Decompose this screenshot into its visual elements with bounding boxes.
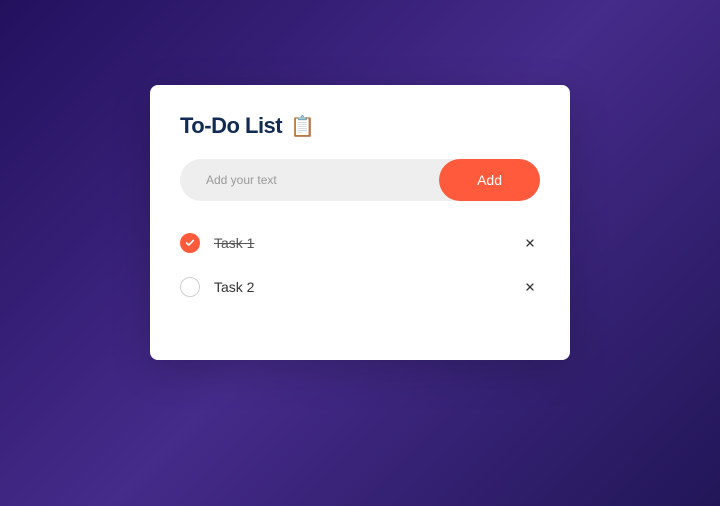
close-icon (524, 281, 536, 293)
input-row: Add (180, 159, 540, 201)
checkmark-icon (185, 238, 195, 248)
todo-card: To-Do List 📋 Add Task 1 Task 2 (150, 85, 570, 360)
add-button[interactable]: Add (439, 159, 540, 201)
delete-button[interactable] (520, 233, 540, 253)
close-icon (524, 237, 536, 249)
delete-button[interactable] (520, 277, 540, 297)
task-label: Task 2 (214, 279, 520, 295)
page-title: To-Do List (180, 113, 282, 139)
task-input[interactable] (180, 173, 439, 187)
task-item: Task 2 (180, 271, 540, 303)
task-list: Task 1 Task 2 (180, 227, 540, 303)
task-item: Task 1 (180, 227, 540, 259)
task-label: Task 1 (214, 235, 520, 251)
clipboard-icon: 📋 (290, 114, 315, 139)
header: To-Do List 📋 (180, 113, 540, 139)
task-checkbox[interactable] (180, 277, 200, 297)
task-checkbox[interactable] (180, 233, 200, 253)
